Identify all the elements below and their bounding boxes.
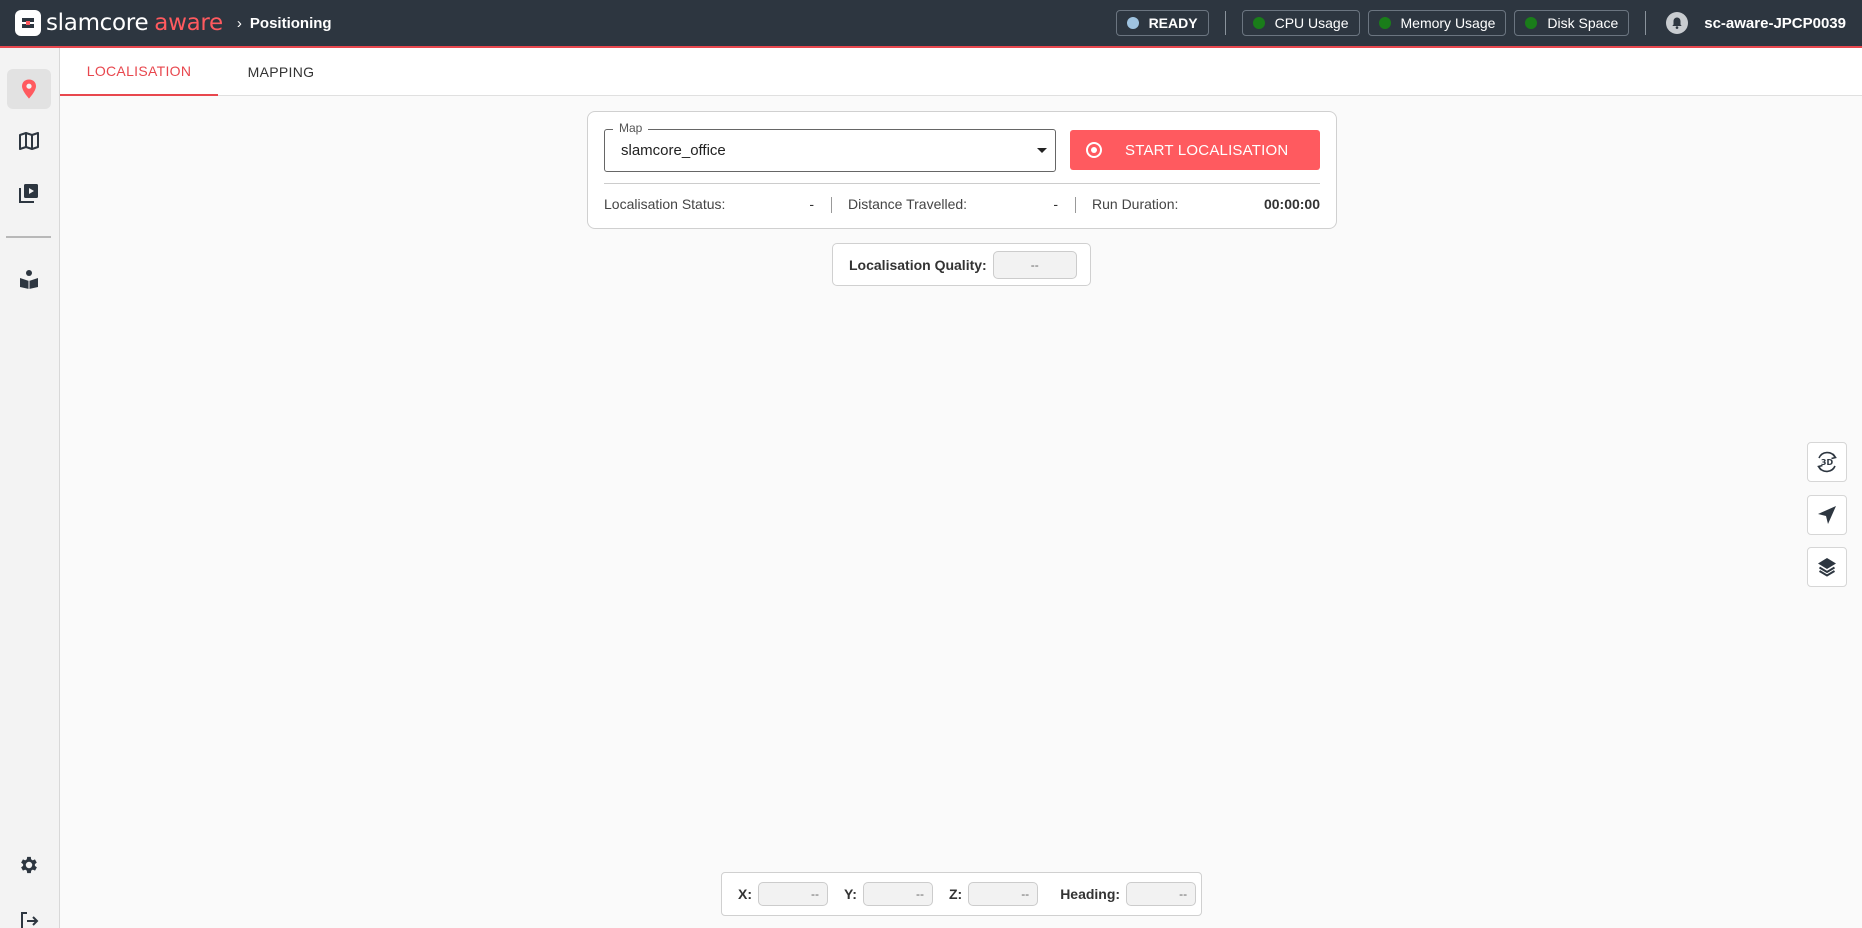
3d-label: 3D xyxy=(1821,458,1834,467)
tab-localisation[interactable]: LOCALISATION xyxy=(60,48,218,96)
sidebar-item-logout[interactable] xyxy=(7,901,51,928)
coord-z-value: -- xyxy=(968,882,1039,906)
localisation-quality-panel: Localisation Quality: -- xyxy=(832,243,1091,286)
stat-localisation-status: Localisation Status: - xyxy=(604,196,814,212)
map-icon xyxy=(19,132,39,150)
bell-icon xyxy=(1672,17,1682,29)
cpu-usage-label: CPU Usage xyxy=(1274,15,1349,31)
stat-divider xyxy=(1075,197,1076,213)
memory-status-dot xyxy=(1378,17,1391,29)
map-select[interactable]: Map slamcore_office xyxy=(604,121,1056,172)
status-area: READY CPU Usage Memory Usage Disk Space … xyxy=(1115,0,1862,46)
divider xyxy=(1224,11,1226,35)
3d-view-button[interactable]: 3D xyxy=(1807,442,1847,482)
logo[interactable]: slamcore aware xyxy=(14,9,223,37)
slamcore-logo-icon xyxy=(15,10,41,36)
notifications-bell-icon[interactable] xyxy=(1666,12,1689,34)
divider xyxy=(1645,11,1647,35)
coord-z-label: Z: xyxy=(948,886,963,902)
navigation-button[interactable] xyxy=(1807,495,1847,535)
location-pin-icon xyxy=(22,79,36,99)
sidebar-item-docs[interactable] xyxy=(7,259,51,299)
localisation-control-card: Map slamcore_office START LOCALISATION L… xyxy=(587,111,1337,229)
map-select-value: slamcore_office xyxy=(621,142,726,159)
tab-bar: LOCALISATION MAPPING xyxy=(60,48,1862,96)
stat-label: Run Duration: xyxy=(1092,196,1179,212)
sidebar-item-recordings[interactable] xyxy=(7,173,51,213)
breadcrumb-separator: › xyxy=(236,14,242,32)
sidebar-item-settings[interactable] xyxy=(7,845,51,885)
stat-label: Distance Travelled: xyxy=(848,196,968,212)
coord-y-label: Y: xyxy=(844,886,857,902)
map-select-legend: Map xyxy=(613,121,649,135)
stat-run-duration: Run Duration: 00:00:00 xyxy=(1092,196,1320,212)
breadcrumb-current: Positioning xyxy=(249,14,332,32)
stat-value: - xyxy=(809,196,814,212)
coord-y-value: -- xyxy=(862,882,933,906)
status-dot xyxy=(1126,17,1139,29)
stat-value: - xyxy=(1053,196,1058,212)
video-library-icon xyxy=(19,184,38,203)
heading-label: Heading: xyxy=(1060,886,1121,902)
cpu-usage-indicator[interactable]: CPU Usage xyxy=(1241,10,1360,36)
3d-rotate-icon: 3D xyxy=(1817,451,1837,473)
heading-value: -- xyxy=(1126,882,1197,906)
navigation-arrow-icon xyxy=(1818,506,1836,524)
status-label: READY xyxy=(1148,15,1198,31)
sidebar-item-positioning[interactable] xyxy=(7,69,51,109)
coord-x-label: X: xyxy=(738,886,752,902)
tab-mapping[interactable]: MAPPING xyxy=(218,48,344,96)
brand-accent: aware xyxy=(154,10,223,36)
status-badge: READY xyxy=(1115,10,1209,36)
memory-usage-indicator[interactable]: Memory Usage xyxy=(1367,10,1507,36)
cpu-status-dot xyxy=(1252,17,1265,29)
gear-icon xyxy=(21,856,37,874)
start-localisation-button[interactable]: START LOCALISATION xyxy=(1070,130,1320,170)
logout-icon xyxy=(21,912,39,928)
coord-x-value: -- xyxy=(758,882,828,906)
localisation-stats: Localisation Status: - Distance Travelle… xyxy=(604,196,1320,216)
sidebar-divider xyxy=(6,236,51,238)
start-localisation-label: START LOCALISATION xyxy=(1125,141,1289,159)
sidebar-item-maps[interactable] xyxy=(7,121,51,161)
brand-name: slamcore aware xyxy=(46,10,223,36)
device-name[interactable]: sc-aware-JPCP0039 xyxy=(1704,15,1846,32)
pose-coordinates-panel: X: -- Y: -- Z: -- Heading: -- xyxy=(721,872,1202,916)
top-bar: slamcore aware › Positioning READY CPU Us… xyxy=(0,0,1862,48)
read-book-icon xyxy=(20,270,38,289)
stat-value: 00:00:00 xyxy=(1263,196,1320,212)
memory-usage-label: Memory Usage xyxy=(1400,15,1496,31)
disk-space-label: Disk Space xyxy=(1547,15,1619,31)
caret-down-icon xyxy=(1037,148,1047,153)
sidebar xyxy=(0,48,60,928)
quality-value: -- xyxy=(992,250,1077,279)
disk-space-indicator[interactable]: Disk Space xyxy=(1514,10,1630,36)
layers-icon xyxy=(1818,558,1836,577)
card-divider xyxy=(604,183,1320,184)
quality-label: Localisation Quality: xyxy=(849,256,987,273)
stat-label: Localisation Status: xyxy=(604,196,726,212)
layers-button[interactable] xyxy=(1807,547,1847,587)
stat-divider xyxy=(831,197,832,213)
disk-status-dot xyxy=(1525,17,1538,29)
stat-distance-travelled: Distance Travelled: - xyxy=(848,196,1058,212)
record-icon xyxy=(1086,142,1102,158)
